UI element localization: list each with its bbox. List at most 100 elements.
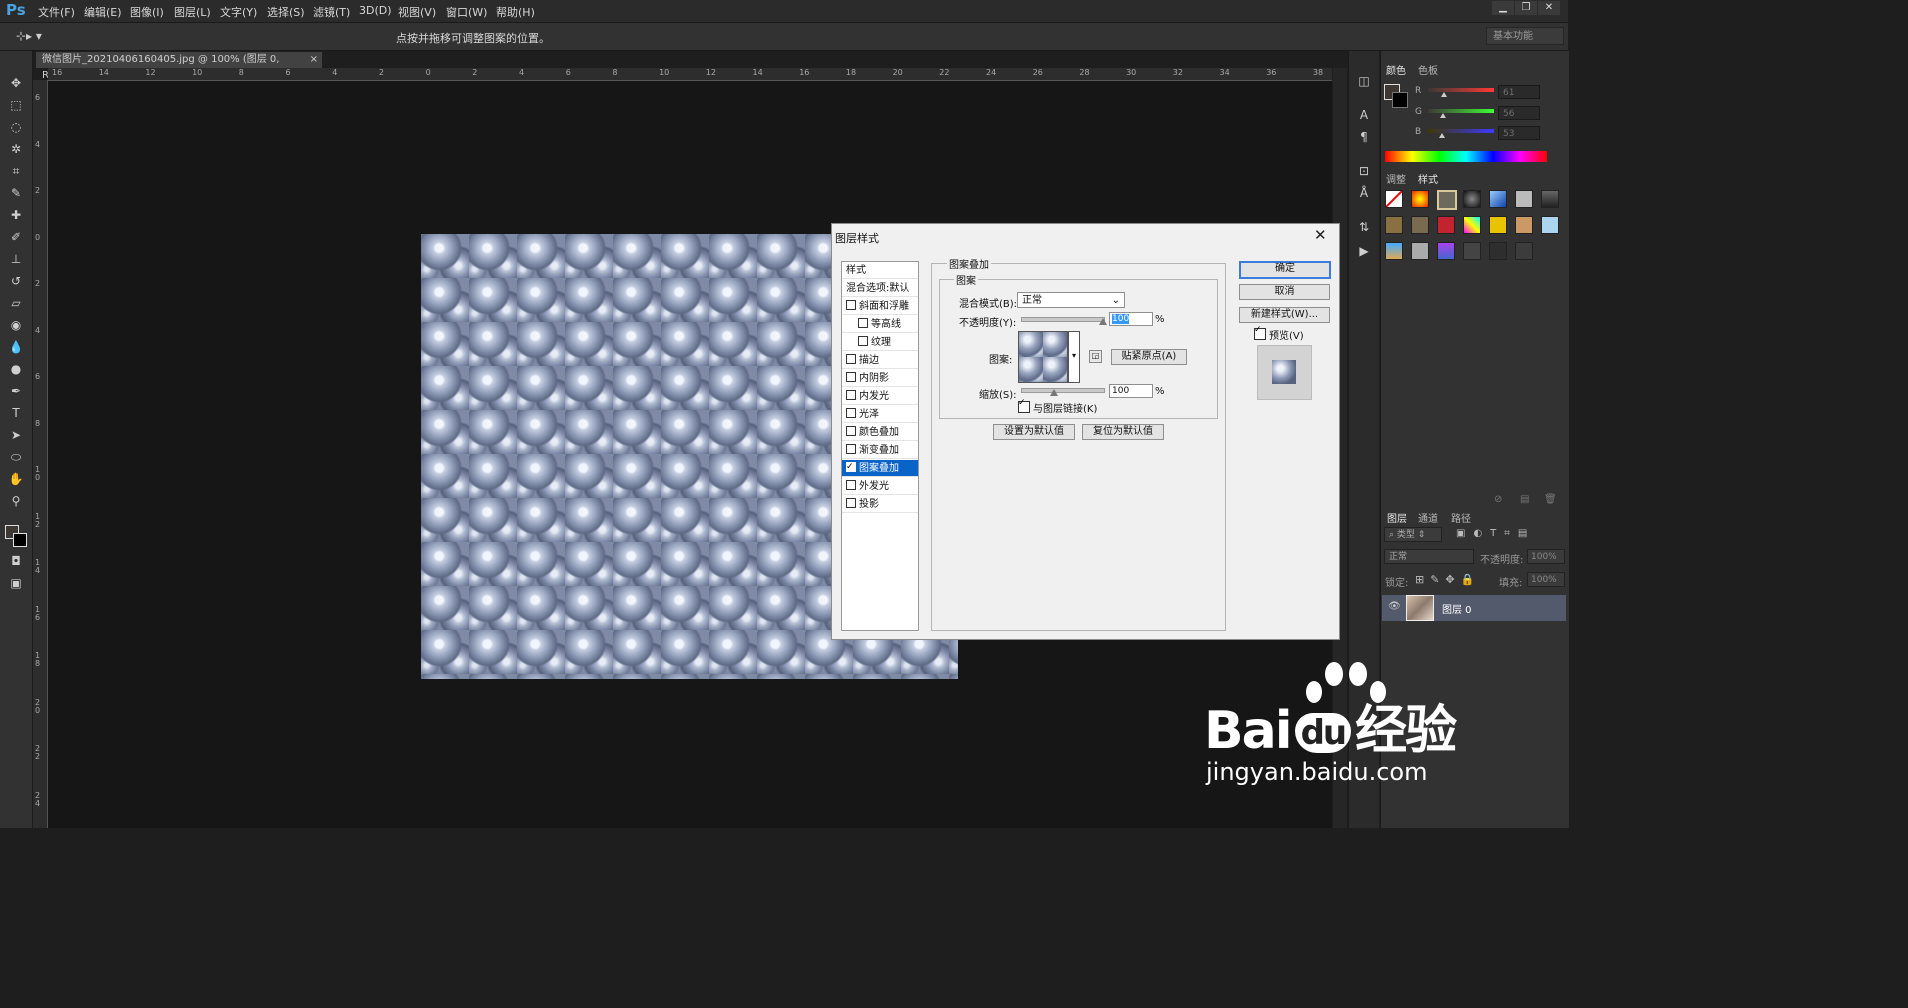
style-swatch[interactable] bbox=[1463, 190, 1481, 208]
cancel-button[interactable]: 取消 bbox=[1239, 284, 1330, 300]
color-spectrum-bar[interactable] bbox=[1385, 151, 1547, 162]
style-swatch[interactable] bbox=[1385, 216, 1403, 234]
list-item-satin[interactable]: 光泽 bbox=[842, 406, 918, 423]
character-panel-icon[interactable]: A bbox=[1356, 107, 1372, 123]
tab-swatches[interactable]: 色板 bbox=[1418, 62, 1438, 77]
opacity-slider-thumb[interactable] bbox=[1099, 318, 1107, 325]
workspace-select[interactable]: 基本功能 bbox=[1486, 27, 1564, 45]
green-value[interactable]: 56 bbox=[1498, 106, 1540, 120]
style-swatch[interactable] bbox=[1385, 242, 1403, 260]
list-item-bevel-emboss[interactable]: 斜面和浮雕 bbox=[842, 298, 918, 315]
minimize-icon[interactable]: ▁ bbox=[1492, 1, 1514, 15]
checkbox[interactable] bbox=[858, 318, 868, 328]
history-panel-icon[interactable]: ◫ bbox=[1356, 73, 1372, 89]
link-with-layer-option[interactable]: 与图层链接(K) bbox=[1018, 398, 1097, 415]
checkbox[interactable] bbox=[858, 336, 868, 346]
menu-type[interactable]: 文字(Y) bbox=[220, 4, 257, 20]
ok-button[interactable]: 确定 bbox=[1239, 261, 1331, 279]
checkbox[interactable] bbox=[846, 408, 856, 418]
style-swatch[interactable] bbox=[1437, 216, 1455, 234]
scale-slider-thumb[interactable] bbox=[1049, 389, 1058, 396]
lock-icons[interactable]: ⊞✎✥🔒 bbox=[1415, 573, 1480, 586]
layer-opacity-value[interactable]: 100% bbox=[1527, 549, 1565, 564]
list-item-stroke[interactable]: 描边 bbox=[842, 352, 918, 369]
pattern-dropdown-icon[interactable]: ▾ bbox=[1068, 331, 1080, 383]
list-header-styles[interactable]: 样式 bbox=[842, 262, 918, 279]
menu-view[interactable]: 视图(V) bbox=[398, 4, 436, 20]
list-item-outer-glow[interactable]: 外发光 bbox=[842, 478, 918, 495]
close-icon[interactable]: ✕ bbox=[1314, 226, 1327, 244]
opacity-slider[interactable] bbox=[1021, 317, 1105, 322]
checkbox[interactable] bbox=[846, 459, 856, 476]
pattern-picker[interactable] bbox=[1018, 331, 1068, 383]
style-swatch[interactable] bbox=[1411, 216, 1429, 234]
checkbox[interactable] bbox=[846, 444, 856, 454]
layer-kind-filter[interactable]: ⌕ 类型 ⇕ bbox=[1384, 527, 1442, 542]
move-tool-icon[interactable]: ✥ bbox=[8, 75, 24, 91]
style-swatch[interactable] bbox=[1489, 242, 1507, 260]
list-item-pattern-overlay[interactable]: 图案叠加 bbox=[842, 459, 918, 477]
screen-mode-icon[interactable]: ▣ bbox=[8, 575, 24, 591]
list-item-contour[interactable]: 等高线 bbox=[842, 316, 918, 333]
preview-checkbox[interactable] bbox=[1254, 325, 1266, 340]
tab-channels[interactable]: 通道 bbox=[1418, 510, 1438, 525]
timeline-icon[interactable]: ⇅ bbox=[1356, 219, 1372, 235]
pattern-move-tool-icon[interactable]: ⊹▸ ▾ bbox=[16, 29, 42, 43]
style-swatch[interactable] bbox=[1489, 190, 1507, 208]
list-item-drop-shadow[interactable]: 投影 bbox=[842, 496, 918, 513]
list-item-inner-shadow[interactable]: 内阴影 bbox=[842, 370, 918, 387]
list-item-gradient-overlay[interactable]: 渐变叠加 bbox=[842, 442, 918, 459]
style-swatch[interactable] bbox=[1463, 242, 1481, 260]
quick-mask-icon[interactable]: ◘ bbox=[8, 553, 24, 569]
link-checkbox[interactable] bbox=[1018, 398, 1030, 413]
lasso-tool-icon[interactable]: ◌ bbox=[8, 119, 24, 135]
document-tab[interactable]: 微信图片_20210406160405.jpg @ 100% (图层 0, RG… bbox=[36, 52, 322, 81]
channel-slider-thumb[interactable] bbox=[1439, 113, 1446, 118]
channel-slider-thumb[interactable] bbox=[1438, 133, 1445, 138]
checkbox[interactable] bbox=[846, 426, 856, 436]
style-swatch[interactable] bbox=[1489, 216, 1507, 234]
type-tool-icon[interactable]: T bbox=[8, 405, 24, 421]
pen-tool-icon[interactable]: ✒ bbox=[8, 383, 24, 399]
style-swatch[interactable] bbox=[1385, 190, 1403, 208]
style-swatch[interactable] bbox=[1437, 190, 1457, 210]
eraser-icon[interactable]: ▱ bbox=[8, 295, 24, 311]
snap-to-origin-button[interactable]: 贴紧原点(A) bbox=[1111, 349, 1187, 365]
reset-default-button[interactable]: 复位为默认值 bbox=[1082, 424, 1164, 440]
checkbox[interactable] bbox=[846, 354, 856, 364]
tab-adjustments[interactable]: 调整 bbox=[1386, 171, 1406, 186]
tab-styles[interactable]: 样式 bbox=[1418, 171, 1438, 186]
new-preset-icon[interactable]: ◲ bbox=[1089, 350, 1102, 363]
restore-icon[interactable]: ❐ bbox=[1515, 1, 1537, 15]
blend-mode-select[interactable]: 正常 ⌄ bbox=[1017, 292, 1125, 308]
magic-wand-icon[interactable]: ✲ bbox=[8, 141, 24, 157]
marquee-tool-icon[interactable]: ⬚ bbox=[8, 97, 24, 113]
green-slider[interactable] bbox=[1428, 109, 1494, 118]
menu-3d[interactable]: 3D(D) bbox=[359, 4, 392, 17]
color-bg-swatch[interactable] bbox=[1392, 92, 1408, 108]
checkbox[interactable] bbox=[846, 390, 856, 400]
layer-row[interactable]: 👁 图层 0 bbox=[1382, 595, 1566, 621]
scale-slider[interactable] bbox=[1021, 388, 1105, 393]
path-select-icon[interactable]: ➤ bbox=[8, 427, 24, 443]
dodge-tool-icon[interactable]: ● bbox=[8, 361, 24, 377]
blue-value[interactable]: 53 bbox=[1498, 126, 1540, 140]
brush-tool-icon[interactable]: ✐ bbox=[8, 229, 24, 245]
channel-slider-thumb[interactable] bbox=[1440, 92, 1447, 97]
style-swatch[interactable] bbox=[1515, 216, 1533, 234]
crop-tool-icon[interactable]: ⌗ bbox=[8, 163, 24, 179]
style-swatch[interactable] bbox=[1515, 190, 1533, 208]
visibility-eye-icon[interactable]: 👁 bbox=[1388, 601, 1401, 612]
paint-bucket-icon[interactable]: ◉ bbox=[8, 317, 24, 333]
close-tab-icon[interactable]: × bbox=[310, 52, 318, 68]
style-swatch[interactable] bbox=[1411, 242, 1429, 260]
red-slider[interactable] bbox=[1428, 88, 1494, 97]
clone-stamp-icon[interactable]: ⊥ bbox=[8, 251, 24, 267]
list-item-color-overlay[interactable]: 颜色叠加 bbox=[842, 424, 918, 441]
new-style-icon[interactable]: ▤ bbox=[1520, 494, 1529, 505]
close-window-icon[interactable]: ✕ bbox=[1538, 1, 1560, 15]
checkbox[interactable] bbox=[846, 300, 856, 310]
opacity-input[interactable]: 100 bbox=[1109, 312, 1153, 326]
blue-slider[interactable] bbox=[1428, 129, 1494, 138]
checkbox[interactable] bbox=[846, 372, 856, 382]
